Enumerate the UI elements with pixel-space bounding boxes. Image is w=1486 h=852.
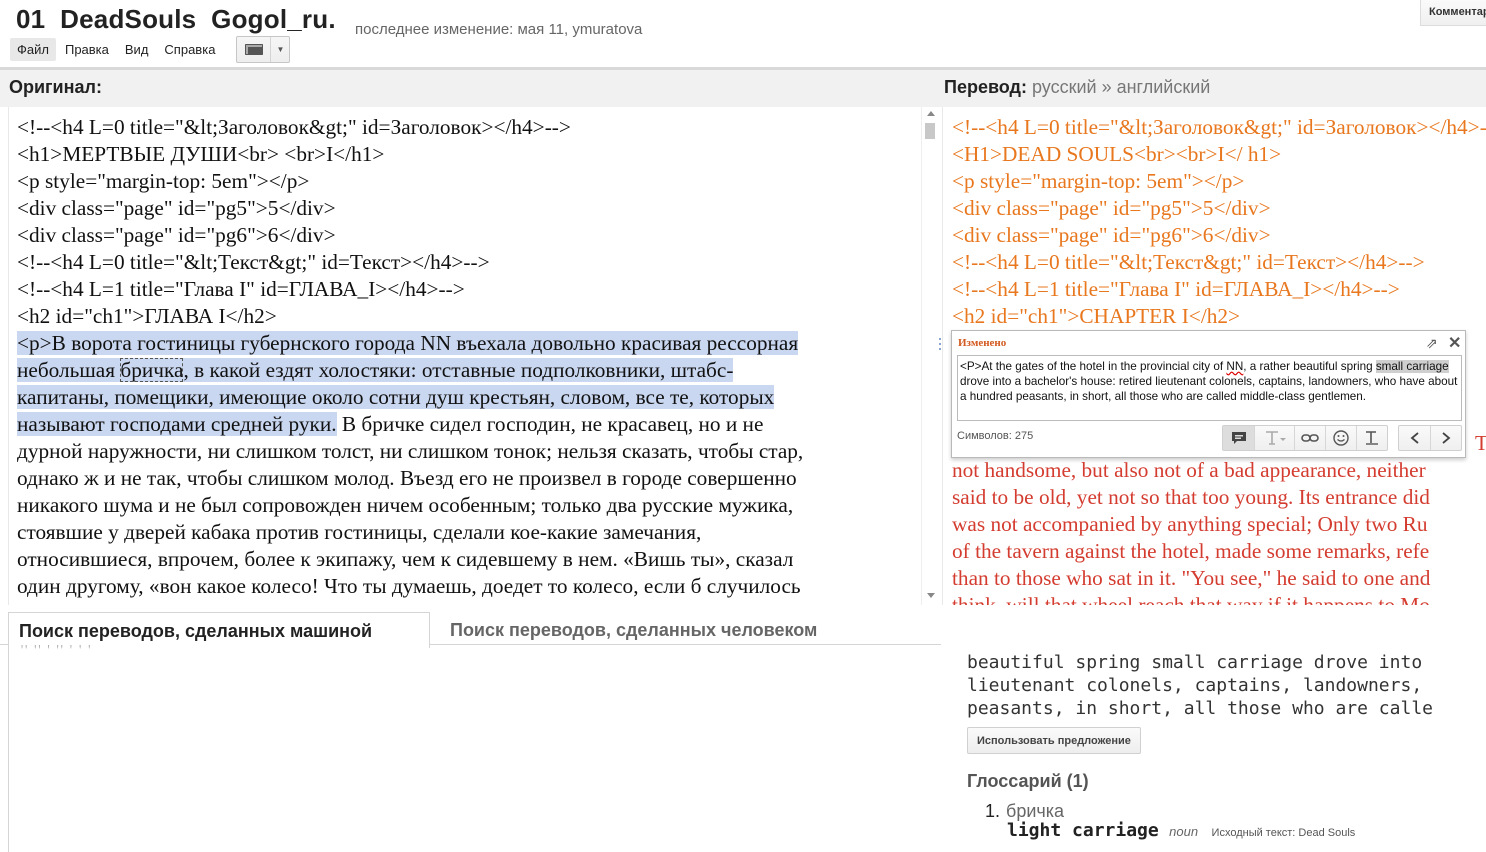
source-line[interactable]: дурной наружности, ни слишком толст, ни … <box>17 438 917 465</box>
glossary-term[interactable]: бричка <box>120 358 184 382</box>
prev-icon[interactable] <box>1399 426 1430 450</box>
original-label: Оригинал: <box>9 77 102 97</box>
menu-edit[interactable]: Правка <box>58 38 116 61</box>
active-segment[interactable]: небольшая <box>17 358 121 382</box>
edit-text: drove into a bachelor's house: retired l… <box>960 375 1458 403</box>
comment-icon[interactable] <box>1223 426 1254 450</box>
tab-human-translations[interactable]: Поиск переводов, сделанных человеком <box>450 620 817 641</box>
translation-line[interactable]: not handsome, but also not of a bad appe… <box>952 457 1486 484</box>
glossary-part-of-speech: noun <box>1169 824 1199 839</box>
link-icon[interactable] <box>1294 426 1325 450</box>
popup-toolbar <box>1212 425 1462 451</box>
translation-line[interactable]: <!--<h4 L=0 title="&lt;Заголовок&gt;" id… <box>952 114 1486 141</box>
selected-text: small carriage <box>1375 360 1449 373</box>
keyboard-icon <box>237 36 272 62</box>
source-line[interactable]: относившиеся, впрочем, более к экипажу, … <box>17 546 917 573</box>
source-text-pane[interactable]: <!--<h4 L=0 title="&lt;Заголовок&gt;" id… <box>8 107 921 605</box>
character-count: Символов: 275 <box>957 430 1034 442</box>
spellcheck-word[interactable]: NN <box>1226 360 1243 373</box>
source-line: <h2 id="ch1">ГЛАВА I</h2> <box>17 304 277 328</box>
last-edit-info[interactable]: последнее изменение: мая 11, ymuratova <box>355 21 642 38</box>
edit-text: , a rather beautiful spring <box>1243 360 1376 373</box>
machine-suggestion: beautiful spring small carriage drove in… <box>967 651 1486 720</box>
glossary-target-term[interactable]: light carriage <box>1007 820 1159 841</box>
input-tools-button[interactable]: ▼ <box>236 35 291 63</box>
original-heading-bar <box>0 70 941 107</box>
translation-line[interactable]: <div class="page" id="pg6">6</div> <box>952 222 1486 249</box>
comments-button[interactable]: Комментар <box>1420 0 1486 26</box>
translation-title: Перевод: <box>944 77 1027 97</box>
source-line: <p style="margin-top: 5em"></p> <box>17 169 310 193</box>
translation-line[interactable]: <p style="margin-top: 5em"></p> <box>952 168 1486 195</box>
chevron-down-icon: ▼ <box>276 44 285 54</box>
suggestion-line: beautiful spring small carriage drove in… <box>967 652 1423 673</box>
active-segment[interactable]: , в какой ездят холостяки: отставные под… <box>183 358 734 382</box>
active-segment[interactable]: капитаны, помещики, имеющие около сотни … <box>17 385 775 409</box>
expand-icon[interactable]: ⇗ <box>1426 335 1438 352</box>
smiley-icon[interactable] <box>1325 426 1356 450</box>
glossary-title: Глоссарий (1) <box>967 771 1089 791</box>
glossary-item-number: 1. <box>985 801 1001 821</box>
close-icon[interactable]: ✕ <box>1448 333 1461 353</box>
source-line[interactable]: никакого шума и не был сопровожден ничем… <box>17 492 917 519</box>
suggestion-line: peasants, in short, all those who are ca… <box>967 698 1433 719</box>
scroll-thumb[interactable] <box>925 123 935 139</box>
translation-line[interactable]: said to be old, yet not so that too youn… <box>952 484 1486 511</box>
glossary-source-term[interactable]: бричка <box>1006 801 1064 821</box>
edit-status-label: Изменено <box>958 337 1007 349</box>
tab-content-text: ꞌꞌ ꞌꞌ ꞌ ꞌꞌ ꞌ ꞌ ꞌ <box>21 644 93 652</box>
edit-translation-popup: Изменено ⇗ ✕ <P>At the gates of the hote… <box>951 330 1466 458</box>
source-line[interactable]: стоявшие у дверей кабака против гостиниц… <box>17 519 917 546</box>
active-segment[interactable]: <p>В ворота гостиницы губернского города… <box>17 331 799 355</box>
translation-line[interactable]: think, will that wheel reach that way if… <box>952 592 1486 605</box>
source-line: <div class="page" id="pg6">6</div> <box>17 223 336 247</box>
translation-line[interactable]: <h2 id="ch1">CHAPTER I</h2> <box>952 303 1486 330</box>
source-line[interactable]: один другому, «вон какое колесо! Что ты … <box>17 573 917 600</box>
menu-file[interactable]: Файл <box>10 37 56 61</box>
translation-edit-field[interactable]: <P>At the gates of the hotel in the prov… <box>957 355 1462 421</box>
translation-line[interactable]: <div class="page" id="pg5">5</div> <box>952 195 1486 222</box>
menu-bar: Файл Правка Вид Справка ▼ <box>10 35 291 63</box>
translation-line[interactable]: <!--<h4 L=0 title="&lt;Текст&gt;" id=Тек… <box>952 249 1486 276</box>
tab-content-panel: ꞌꞌ ꞌꞌ ꞌ ꞌꞌ ꞌ ꞌ ꞌ <box>8 644 941 852</box>
source-line: <div class="page" id="pg5">5</div> <box>17 196 336 220</box>
translation-line[interactable]: than to those who sat in it. "You see," … <box>952 565 1486 592</box>
source-line: <!--<h4 L=1 title="Глава I" id=ГЛАВА_I><… <box>17 277 465 301</box>
edit-text: <P>At the gates of the hotel in the prov… <box>960 360 1227 373</box>
document-title: 01 DeadSouls Gogol_ru. <box>16 4 336 34</box>
source-scrollbar[interactable] <box>921 107 938 605</box>
header: 01 DeadSouls Gogol_ru. последнее изменен… <box>0 0 1486 68</box>
translation-label: Перевод: русский » английский <box>944 77 1210 98</box>
active-segment[interactable]: называют господами средней руки. <box>17 412 337 436</box>
suggestion-line: lieutenant colonels, captains, landowner… <box>967 675 1423 696</box>
source-line: <!--<h4 L=0 title="&lt;Заголовок&gt;" id… <box>17 115 571 139</box>
text-style-icon[interactable] <box>1254 426 1294 450</box>
use-suggestion-button[interactable]: Использовать предложение <box>967 727 1141 754</box>
translation-line[interactable]: <!--<h4 L=1 title="Глава I" id=ГЛАВА_I><… <box>952 276 1486 303</box>
source-text: <!--<h4 L=0 title="&lt;Заголовок&gt;" id… <box>17 114 917 600</box>
glossary-item: 1. бричка light carriage noun Исходный те… <box>985 801 1355 841</box>
menu-view[interactable]: Вид <box>118 38 156 61</box>
source-line[interactable]: однако ж и не так, чтобы слишком молод. … <box>17 465 917 492</box>
menu-help[interactable]: Справка <box>157 38 222 61</box>
translation-line[interactable]: of the tavern against the hotel, made so… <box>952 538 1486 565</box>
source-line: <!--<h4 L=0 title="&lt;Текст&gt;" id=Тек… <box>17 250 490 274</box>
suggestion-panel: beautiful spring small carriage drove in… <box>941 605 1486 852</box>
source-segment[interactable]: В бричке сидел господин, не красавец, но… <box>337 412 764 436</box>
source-line: <h1>МЕРТВЫЕ ДУШИ<br> <br>I</h1> <box>17 142 385 166</box>
tab-machine-translations[interactable]: Поиск переводов, сделанных машиной <box>8 612 430 648</box>
language-pair[interactable]: русский » английский <box>1032 77 1210 97</box>
translation-line[interactable]: <H1>DEAD SOULS<br><br>I</ h1> <box>952 141 1486 168</box>
translation-line[interactable]: was not accompanied by anything special;… <box>952 511 1486 538</box>
clear-format-icon[interactable] <box>1356 426 1387 450</box>
glossary-source-text: Исходный текст: Dead Souls <box>1211 827 1356 839</box>
scroll-down-icon[interactable] <box>927 593 935 598</box>
next-icon[interactable] <box>1430 426 1461 450</box>
scroll-up-icon[interactable] <box>927 111 935 116</box>
